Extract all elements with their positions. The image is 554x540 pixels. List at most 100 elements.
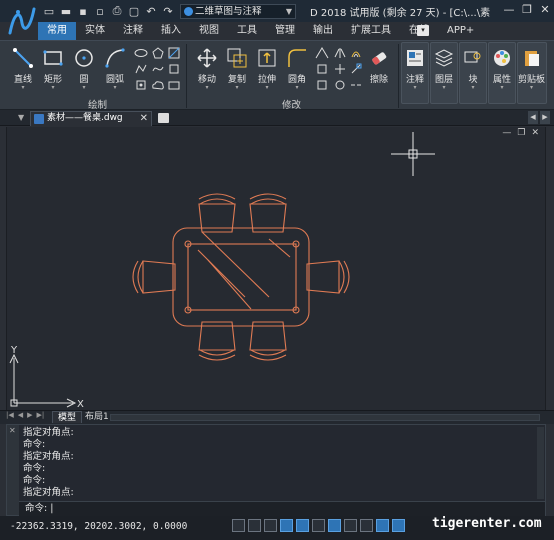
eraser-icon (366, 45, 392, 71)
arc-tool-button[interactable]: 圆弧 ▾ (102, 45, 128, 91)
save-as-icon[interactable]: ▫ (93, 4, 107, 18)
close-button[interactable]: ✕ (536, 0, 554, 20)
trim-icon[interactable] (314, 46, 330, 60)
tab-app-plus[interactable]: APP+ (438, 22, 483, 40)
circle-tool-button[interactable]: 圆 ▾ (71, 45, 97, 91)
tab-model[interactable]: 模型 (52, 411, 83, 423)
tab-tools[interactable]: 工具 (228, 22, 266, 40)
scroll-left-icon[interactable]: ◀ (528, 111, 538, 124)
polygon-icon[interactable] (150, 46, 166, 60)
tab-manage[interactable]: 管理 (266, 22, 304, 40)
region-icon[interactable] (166, 62, 182, 76)
tab-annotate[interactable]: 注释 (114, 22, 152, 40)
command-window: ✕ 指定对角点: 命令: 指定对角点: 命令: 命令: 指定对角点: 命令: | (6, 424, 546, 516)
ribbon-minimize-icon[interactable]: ▾ (417, 25, 429, 36)
watermark: tigerenter.com (432, 516, 542, 531)
dyn-toggle-icon[interactable] (328, 519, 341, 532)
copy-icon (224, 45, 250, 71)
next-layout-icon[interactable]: ▶ (27, 411, 32, 419)
print-icon[interactable]: ⎙ (110, 4, 124, 18)
annotate-button[interactable]: 注释 ▾ (402, 45, 428, 91)
tab-list-icon[interactable]: ▼ (18, 113, 24, 122)
command-history-line: 指定对角点: (23, 427, 74, 438)
plot-preview-icon[interactable]: ▢ (127, 4, 141, 18)
polyline-icon[interactable] (133, 62, 149, 76)
new-file-icon[interactable]: ▭ (42, 4, 56, 18)
prev-layout-icon[interactable]: ◀ (18, 411, 23, 419)
workspace-value: 二维草图与注释 (195, 6, 262, 17)
explode-icon[interactable] (314, 78, 330, 92)
new-tab-icon[interactable] (158, 113, 169, 123)
status-toggles (232, 519, 405, 532)
stretch-tool-button[interactable]: 拉伸 ▾ (254, 45, 280, 91)
copy-tool-button[interactable]: 复制 ▾ (224, 45, 250, 91)
cloud-icon[interactable] (150, 78, 166, 92)
tab-home[interactable]: 常用 (38, 22, 76, 40)
polar-toggle-icon[interactable] (280, 519, 293, 532)
app-logo[interactable] (6, 3, 38, 39)
hatch-icon[interactable] (166, 46, 182, 60)
properties-button[interactable]: 属性 ▾ (489, 45, 515, 91)
rectangle-tool-button[interactable]: 矩形 ▾ (40, 45, 66, 91)
command-input[interactable]: 命令: | (19, 501, 545, 516)
spline-icon[interactable] (150, 62, 166, 76)
document-tab[interactable]: 素材——餐桌.dwg ✕ (30, 111, 152, 126)
ellipse-icon[interactable] (133, 46, 149, 60)
break-icon[interactable] (348, 78, 364, 92)
mirror-icon[interactable] (332, 46, 348, 60)
first-layout-icon[interactable]: |◀ (6, 411, 14, 419)
maximize-button[interactable]: ❐ (518, 0, 536, 20)
scroll-right-icon[interactable]: ▶ (540, 111, 550, 124)
tab-view[interactable]: 视图 (190, 22, 228, 40)
erase-tool-button[interactable]: 擦除 (366, 45, 392, 85)
grid-toggle-icon[interactable] (232, 519, 245, 532)
tab-output[interactable]: 输出 (304, 22, 342, 40)
scale-icon[interactable] (348, 62, 364, 76)
tab-layout1[interactable]: 布局1 (80, 411, 114, 423)
close-icon[interactable]: ✕ (9, 426, 16, 435)
rotate-icon[interactable] (314, 62, 330, 76)
point-icon[interactable] (133, 78, 149, 92)
workspace-select[interactable]: 二维草图与注释 ▼ (180, 4, 296, 19)
clipboard-button[interactable]: 剪贴板 ▾ (518, 45, 545, 91)
command-window-grip[interactable]: ✕ (7, 425, 19, 515)
undo-icon[interactable]: ↶ (144, 4, 158, 18)
selection-cycling-icon[interactable] (376, 519, 389, 532)
fillet-tool-button[interactable]: 圆角 ▾ (284, 45, 310, 91)
save-icon[interactable]: ▪ (76, 4, 90, 18)
lineweight-toggle-icon[interactable] (344, 519, 357, 532)
tab-solid[interactable]: 实体 (76, 22, 114, 40)
array-icon[interactable] (332, 62, 348, 76)
draw-panel-label: 绘制 (88, 100, 108, 111)
layers-icon (431, 45, 457, 71)
close-tab-icon[interactable]: ✕ (140, 112, 148, 125)
ortho-toggle-icon[interactable] (264, 519, 277, 532)
osnap-toggle-icon[interactable] (296, 519, 309, 532)
stretch-icon (254, 45, 280, 71)
tab-insert[interactable]: 插入 (152, 22, 190, 40)
layer-button[interactable]: 图层 ▾ (431, 45, 457, 91)
drawing-canvas[interactable]: — ❐ ✕ Y X (6, 127, 546, 411)
join-icon[interactable] (332, 78, 348, 92)
open-folder-icon[interactable]: ▬ (59, 4, 73, 18)
annotation-scale-icon[interactable] (392, 519, 405, 532)
rectangle-icon (40, 45, 66, 71)
line-icon (10, 45, 36, 71)
otrack-toggle-icon[interactable] (312, 519, 325, 532)
block-button[interactable]: 块 ▾ (460, 45, 486, 91)
chevron-down-icon: ▼ (285, 7, 292, 16)
move-tool-button[interactable]: 移动 ▾ (194, 45, 220, 91)
tab-extensions[interactable]: 扩展工具 (342, 22, 400, 40)
line-tool-button[interactable]: 直线 ▾ (10, 45, 36, 91)
palette-icon (489, 45, 515, 71)
offset-icon[interactable] (348, 46, 364, 60)
minimize-button[interactable]: — (500, 0, 518, 20)
transparency-toggle-icon[interactable] (360, 519, 373, 532)
snap-toggle-icon[interactable] (248, 519, 261, 532)
horizontal-scrollbar[interactable] (110, 414, 540, 421)
command-history-line: 命令: (23, 439, 46, 450)
last-layout-icon[interactable]: ▶| (37, 411, 45, 419)
command-scrollbar[interactable] (537, 427, 544, 499)
redo-icon[interactable]: ↷ (161, 4, 175, 18)
boundary-icon[interactable] (166, 78, 182, 92)
